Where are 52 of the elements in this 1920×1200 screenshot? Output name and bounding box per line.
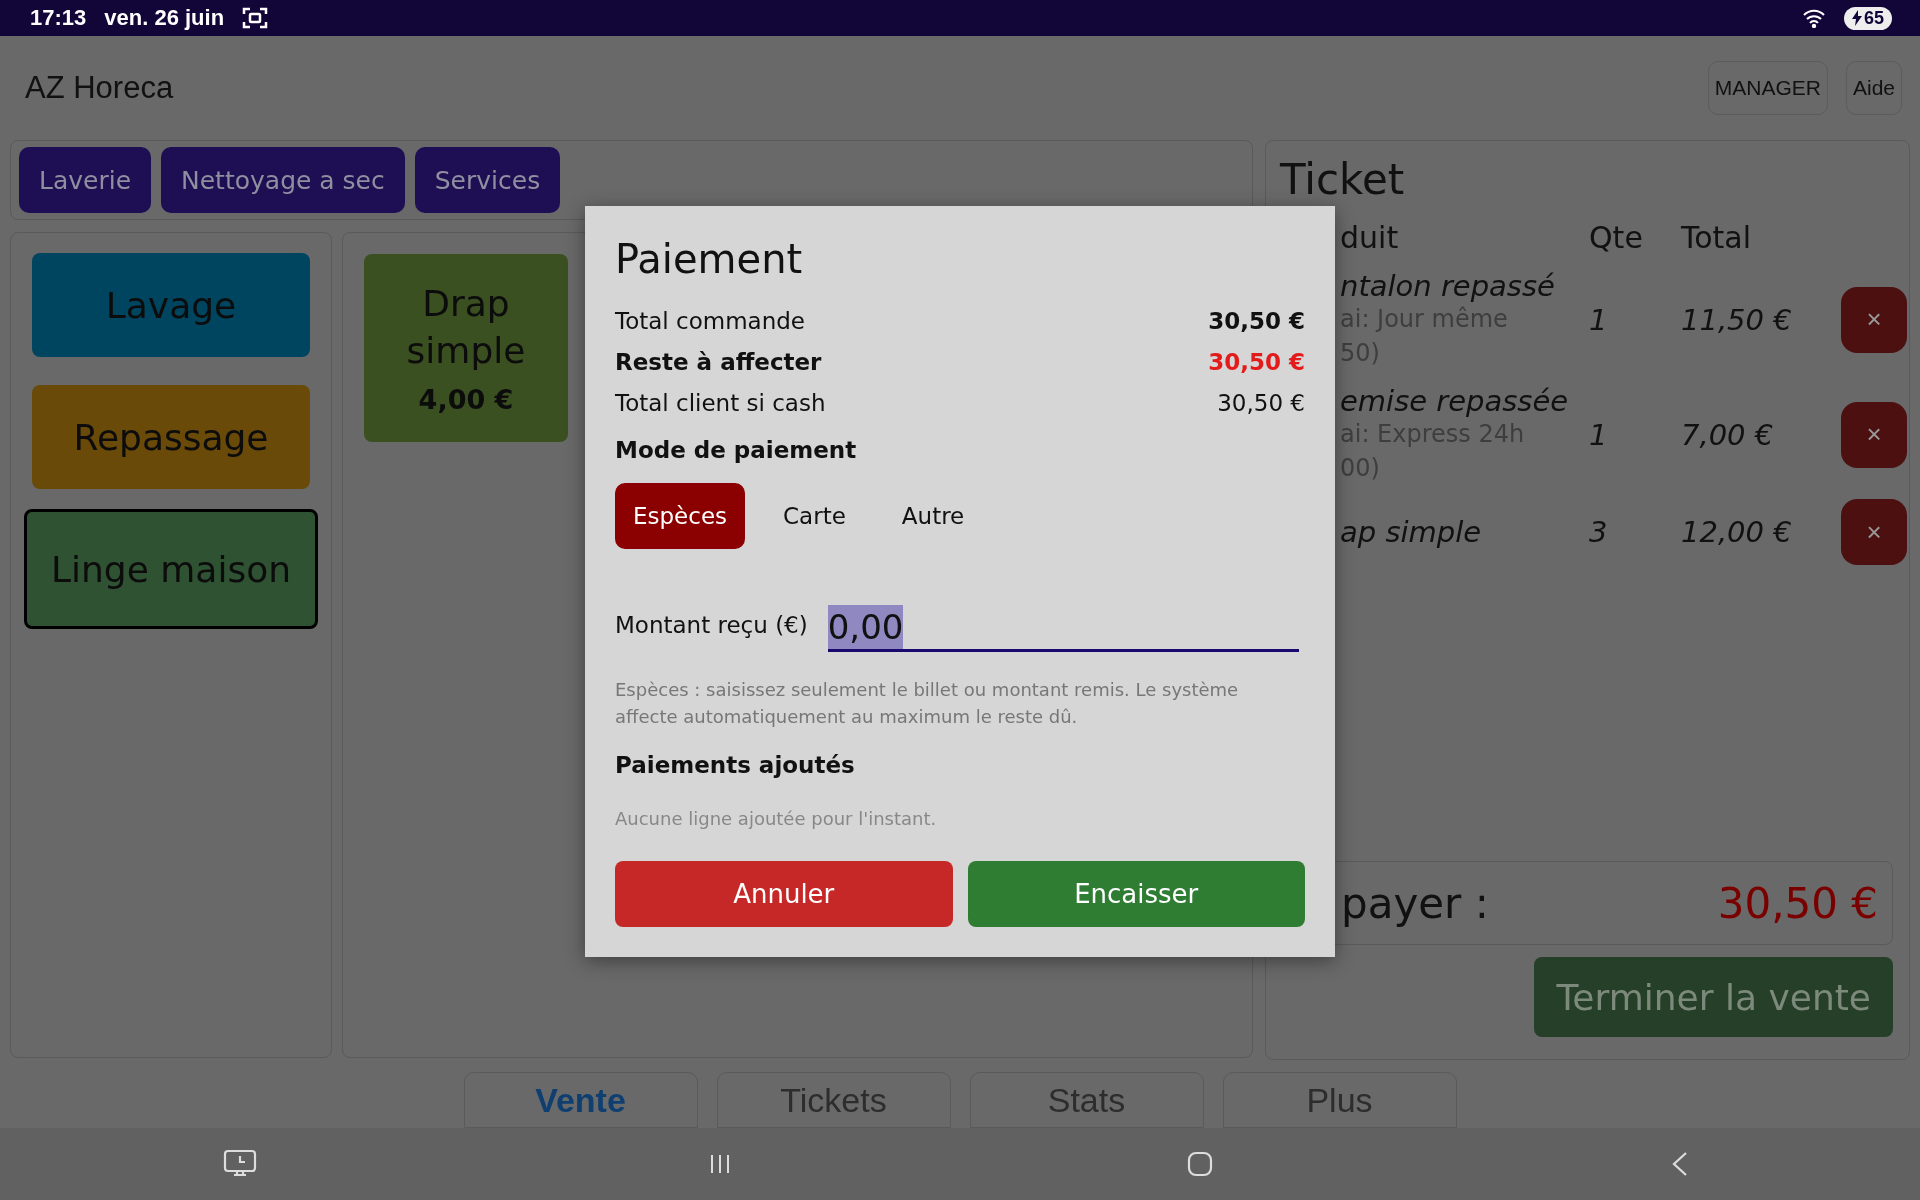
item-total: 11,50 € [1681,302,1793,337]
hint-text: Espèces : saisissez seulement le billet ou montant remis. Le système affecte automatiquement au maximum le reste dû. [615,678,1240,729]
category-tab[interactable]: Laverie [19,147,152,213]
category-tab[interactable]: Nettoyage a sec [161,147,405,213]
summary-value: 30,50 € [1217,389,1305,416]
amount-label: Montant reçu (€) [615,611,808,638]
empty-message: Aucune ligne ajoutée pour l'instant. [615,808,938,829]
summary-label: Total commande [615,307,805,334]
back-icon[interactable] [1671,1151,1689,1177]
header-button[interactable]: Aide [1845,61,1902,115]
battery-indicator: 65 [1843,6,1892,30]
column-header: Total [1681,220,1753,255]
column-header: duit [1340,220,1400,255]
app-title: AZ Horeca [25,70,175,106]
status-date: ven. 26 juin [104,5,225,31]
payment-mode-button[interactable]: Carte [765,483,864,549]
item-name: emise repassée [1340,384,1570,419]
header-button[interactable]: MANAGER [1707,61,1828,115]
amount-field[interactable]: 0,00 [827,597,1299,652]
category-tab[interactable]: Services [414,147,561,213]
item-name: ntalon repassé [1340,269,1556,303]
remote-screen-icon[interactable] [223,1149,257,1179]
cancel-button[interactable]: Annuler [615,861,953,927]
summary-label: Total client si cash [615,389,826,416]
delete-button[interactable]: × [1841,401,1907,468]
screenshot-icon [242,6,269,30]
summary-value: 30,50 € [1208,348,1305,375]
delete-button[interactable]: × [1841,286,1907,353]
amount-due-label: payer : [1341,878,1489,928]
item-quantity: 3 [1589,515,1609,550]
item-quantity: 1 [1589,417,1609,452]
section-title: Paiements ajoutés [615,752,856,778]
payment-mode-button[interactable]: Espèces [615,483,746,549]
item-quantity: 1 [1589,302,1609,337]
recent-apps-icon[interactable] [708,1152,732,1176]
item-total: 7,00 € [1681,417,1775,452]
payment-mode-button[interactable]: Autre [883,483,983,549]
status-time: 17:13 [30,5,87,31]
section-title: Mode de paiement [615,437,858,463]
dialog-title: Paiement [615,236,804,282]
column-header: Qte [1589,220,1644,255]
wifi-icon [1801,8,1826,28]
item-total: 12,00 € [1681,515,1793,550]
summary-label: Reste à affecter [615,348,822,375]
confirm-button[interactable]: Encaisser [967,861,1305,927]
finish-sale-button[interactable]: Terminer la vente [1534,957,1893,1037]
summary-value: 30,50 € [1208,307,1305,334]
item-name: ap simple [1340,515,1483,550]
ticket-title: Ticket [1280,155,1405,204]
home-icon[interactable] [1187,1151,1213,1177]
amount-due-value: 30,50 € [1717,878,1878,928]
delete-button[interactable]: × [1841,499,1907,566]
